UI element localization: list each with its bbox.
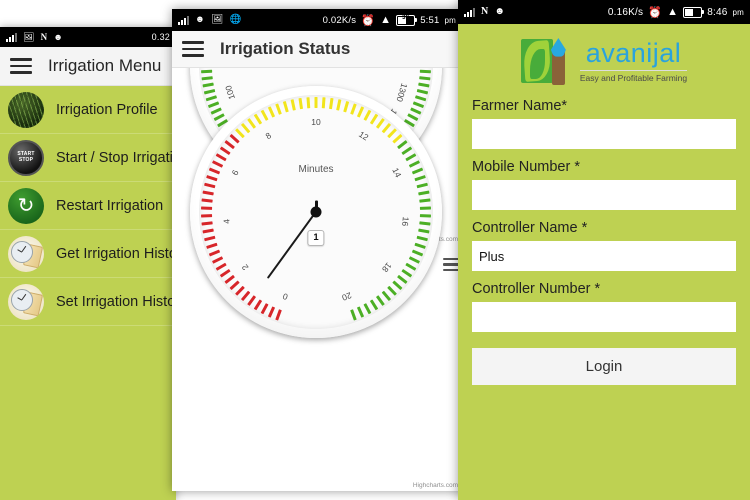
gauge-value-label: 1: [307, 230, 324, 246]
login-form: avanijal Easy and Profitable Farming Far…: [458, 24, 750, 500]
battery-icon: [683, 7, 702, 18]
field-group-mobile-number: Mobile Number *: [472, 159, 736, 210]
crop-field-icon: [8, 92, 44, 128]
menu-app-bar: Irrigation Menu: [0, 47, 176, 86]
menu-item-set-irrigation-history[interactable]: Set Irrigation History: [0, 278, 176, 326]
status-meridiem: pm: [444, 16, 456, 25]
image-icon: 🖼: [23, 33, 35, 42]
chat-icon: ☻: [53, 33, 63, 42]
login-screen: N ☻ 0.16K/s ⏰ ▲ 8:46 pm: [458, 0, 750, 500]
signal-bars-icon: [6, 32, 17, 42]
irrigation-menu-screen: 🖼 N ☻ 0.32 Irrigation Menu Irrigation Pr…: [0, 27, 176, 500]
gauge-tick-label: 20: [334, 287, 346, 300]
start-stop-button-icon: START STOP: [8, 140, 44, 176]
status-network-speed: 0.02K/s: [323, 15, 357, 26]
wifi-icon: ▲: [667, 6, 678, 18]
gauge-tick-label: 10: [316, 122, 325, 132]
chat-icon: ☻: [494, 7, 505, 17]
gauge-tick-label: 0: [281, 286, 289, 297]
wifi-icon: ▲: [380, 14, 391, 26]
gauge-tick-label: 4: [226, 216, 236, 222]
clock-scroll-icon: [8, 284, 44, 320]
irrigation-status-screen: ☻ 🖼 🌐 0.02K/s ⏰ ▲ 38 5:51 pm Irrigation …: [172, 9, 462, 491]
water-drop-icon: [551, 38, 566, 57]
restart-refresh-icon: ↻: [8, 188, 44, 224]
signal-bars-icon: [464, 7, 475, 17]
globe-icon: 🌐: [229, 15, 241, 25]
menu-status-bar: 🖼 N ☻ 0.32: [0, 27, 176, 47]
menu-item-label: Set Irrigation History: [56, 294, 176, 310]
battery-icon: 38: [396, 15, 415, 26]
netflix-n-icon: N: [481, 7, 488, 17]
hamburger-menu-icon[interactable]: [10, 58, 32, 74]
gauge-tick-label: 16: [395, 220, 406, 230]
chart-context-menu-icon[interactable]: [443, 258, 459, 271]
controller-number-input[interactable]: [472, 302, 736, 332]
gauge-tick-label: 2: [242, 258, 253, 268]
menu-item-label: Irrigation Profile: [56, 102, 158, 118]
gauge-title: Minutes: [190, 164, 442, 175]
controller-name-label: Controller Name *: [472, 220, 736, 236]
farmer-name-input[interactable]: [472, 119, 736, 149]
field-group-controller-name: Controller Name *: [472, 220, 736, 271]
battery-level: 38: [397, 15, 414, 21]
menu-item-restart-irrigation[interactable]: ↻ Restart Irrigation: [0, 182, 176, 230]
login-meridiem: pm: [732, 8, 744, 17]
highcharts-credit: Highcharts.com: [413, 482, 458, 489]
status-status-bar: ☻ 🖼 🌐 0.02K/s ⏰ ▲ 38 5:51 pm: [172, 9, 462, 31]
screenshot-stage: 🖼 N ☻ 0.32 Irrigation Menu Irrigation Pr…: [0, 0, 750, 500]
mobile-number-input[interactable]: [472, 180, 736, 210]
netflix-n-icon: N: [41, 33, 48, 42]
field-group-farmer-name: Farmer Name*: [472, 98, 736, 149]
page-title: Irrigation Menu: [48, 56, 161, 76]
menu-item-label: Restart Irrigation: [56, 198, 163, 214]
logo-mark: [521, 37, 573, 85]
login-status-bar: N ☻ 0.16K/s ⏰ ▲ 8:46 pm: [458, 0, 750, 24]
brand-tagline: Easy and Profitable Farming: [580, 70, 687, 83]
gauge-tick-label: 18: [373, 261, 387, 275]
minutes-gauge-chart: 02468101214161820 Minutes 1: [190, 86, 442, 338]
mobile-number-label: Mobile Number *: [472, 159, 736, 175]
controller-number-label: Controller Number *: [472, 281, 736, 297]
gauge-pivot: [311, 207, 322, 218]
hamburger-menu-icon[interactable]: [182, 41, 204, 57]
page-title: Irrigation Status: [220, 39, 350, 59]
alarm-clock-icon: ⏰: [361, 14, 375, 27]
gauge-tick-label: 12: [358, 136, 371, 149]
menu-network-speed: 0.32: [152, 32, 170, 42]
menu-item-start-stop-irrigation[interactable]: STARTSTOP Start / Stop Irrigation: [0, 134, 176, 182]
farmer-name-label: Farmer Name*: [472, 98, 736, 114]
status-time: 5:51: [420, 15, 439, 26]
chat-icon: ☻: [195, 15, 205, 25]
gauge-tick-label: 8: [268, 133, 277, 144]
avanijal-logo: avanijal Easy and Profitable Farming: [472, 24, 736, 98]
login-network-speed: 0.16K/s: [608, 7, 643, 18]
controller-name-input[interactable]: [472, 241, 736, 271]
menu-list: Irrigation Profile STARTSTOP Start / Sto…: [0, 86, 176, 500]
menu-item-irrigation-profile[interactable]: Irrigation Profile: [0, 86, 176, 134]
logo-text: avanijal Easy and Profitable Farming: [580, 40, 687, 83]
field-group-controller-number: Controller Number *: [472, 281, 736, 332]
signal-bars-icon: [178, 15, 189, 25]
menu-item-label: Get Irrigation History: [56, 246, 176, 262]
status-app-bar: Irrigation Status: [172, 31, 462, 68]
menu-item-label: Start / Stop Irrigation: [56, 150, 176, 166]
brand-name: avanijal: [586, 40, 682, 67]
login-time: 8:46: [707, 7, 727, 18]
login-button[interactable]: Login: [472, 348, 736, 385]
alarm-clock-icon: ⏰: [648, 6, 662, 19]
image-icon: 🖼: [211, 15, 223, 25]
menu-item-get-irrigation-history[interactable]: Get Irrigation History: [0, 230, 176, 278]
gauge-chart-area: 010013001400 Highcharts.com Valve 3 Iter…: [172, 68, 462, 491]
clock-scroll-icon: [8, 236, 44, 272]
